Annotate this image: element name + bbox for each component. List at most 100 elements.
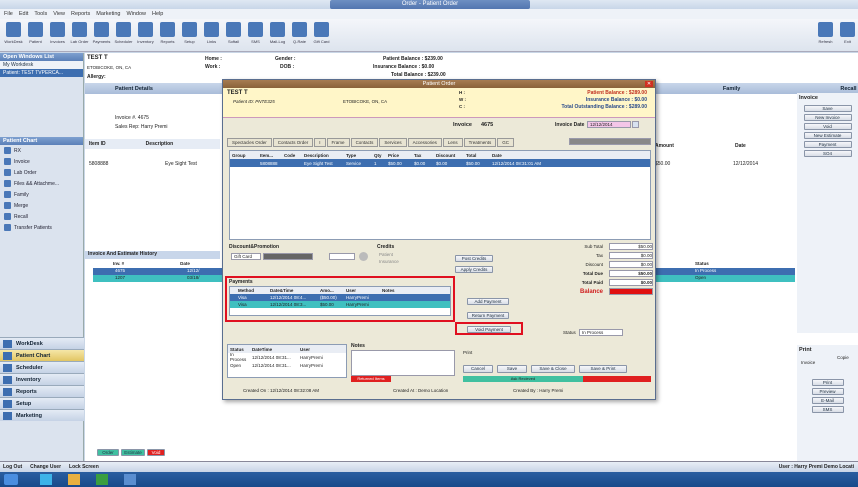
nav-setup[interactable]: Setup [0,397,84,409]
menu-view[interactable]: View [53,11,65,17]
order-tab[interactable]: Frame [326,138,350,147]
returned-items-badge[interactable]: Returned Items [351,376,391,382]
print-action-button[interactable]: SMS [811,406,844,413]
toolbar-button-inventory[interactable]: Inventory [135,19,156,52]
toolbar-button-qrate[interactable]: Q-Rate [289,19,310,52]
menu-edit[interactable]: Edit [19,11,28,17]
order-grid-row[interactable]: 5808888 Eye Sight Test Service 1 $50.00 $0.00… [230,159,650,167]
calendar-icon[interactable] [632,121,639,128]
nav-scheduler[interactable]: Scheduler [0,361,84,373]
chart-item-merge[interactable]: Merge [0,200,83,211]
gift-card-select[interactable]: Gift Card [231,253,261,260]
toolbar-button-refresh[interactable]: Refresh [815,19,836,52]
ask-received-badge[interactable]: Ask Recieved [463,376,583,382]
menu-reports[interactable]: Reports [71,11,90,17]
chart-item-transfer[interactable]: Transfer Patients [0,222,83,233]
toolbar-button-sms[interactable]: SMS [245,19,266,52]
chart-item-recall[interactable]: Recall [0,211,83,222]
notes-field[interactable] [351,350,455,376]
menu-marketing[interactable]: Marketing [96,11,120,17]
toolbar-button-invoices[interactable]: Invoices [47,19,68,52]
status-select[interactable]: In Process [579,329,623,336]
history-row[interactable]: 1207 03/18/ [93,275,223,282]
folder-icon[interactable] [68,474,80,485]
toolbar-button-laborder[interactable]: Lab Order [69,19,90,52]
order-tab[interactable]: GC [497,138,514,147]
menu-window[interactable]: Window [126,11,146,17]
payment-row[interactable]: Visa 12/12/2014 08:3... $50.00 HarryPremi [230,301,450,308]
invoice-action-button[interactable]: Payment [803,141,852,148]
order-tab[interactable]: Services [379,138,407,147]
menu-file[interactable]: File [4,11,13,17]
chart-item-files[interactable]: Files && Attachme... [0,178,83,189]
chart-item-rx[interactable]: RX [0,145,83,156]
cancel-button[interactable]: Cancel [463,365,493,373]
credit-insurance-option[interactable]: Insurance [379,259,399,264]
invoice-action-button[interactable]: SO4 [803,150,852,157]
order-tab[interactable]: Spectacles Order [227,138,272,147]
chart-item-family[interactable]: Family [0,189,83,200]
app-icon[interactable] [124,474,136,485]
gift-card-number[interactable] [263,253,313,260]
save-close-button[interactable]: Save & Close [531,365,575,373]
print-action-button[interactable]: E-Mail [811,397,844,404]
toolbar-button-maillog[interactable]: Mail-Log [267,19,288,52]
save-print-button[interactable]: Save & Print [579,365,627,373]
return-payment-button[interactable]: Return Payment [467,312,509,319]
print-invoice-option[interactable]: Invoice [797,360,858,365]
invoice-action-button[interactable]: New Invoice [803,114,852,121]
order-tab[interactable]: Treatments [463,138,497,147]
print-action-button[interactable]: Preview [811,388,844,395]
chart-item-lab-order[interactable]: Lab Order [0,167,83,178]
change-user-button[interactable]: Change User [30,464,61,470]
order-tab[interactable]: Contacts [350,138,379,147]
tab-estimate[interactable]: Estimate [121,449,145,456]
order-tab[interactable]: Accessories [407,138,442,147]
gift-card-amount[interactable] [329,253,355,260]
toolbar-button-patient[interactable]: Patient [25,19,46,52]
my-workdesk-link[interactable]: My Workdesk [0,61,83,69]
start-icon[interactable] [4,474,18,485]
apply-credits-button[interactable]: Apply Credits [455,266,493,273]
close-icon[interactable]: ✕ [645,81,653,87]
toolbar-button-workdesk[interactable]: WorkDesk [3,19,24,52]
invoice-action-button[interactable]: Save [803,105,852,112]
nav-reports[interactable]: Reports [0,385,84,397]
chart-item-invoice[interactable]: Invoice [0,156,83,167]
credit-patient-option[interactable]: Patient [379,252,393,257]
invoice-date-field[interactable]: 12/12/2014 [587,121,631,128]
toolbar-button-exit[interactable]: Exit [837,19,858,52]
toolbar-button-setup[interactable]: Setup [179,19,200,52]
invoice-action-button[interactable]: New Estimate [803,132,852,139]
order-tab[interactable]: I [314,138,326,147]
lock-screen-button[interactable]: Lock Screen [69,464,99,470]
tab-void[interactable]: Void [147,449,165,456]
nav-inventory[interactable]: Inventory [0,373,84,385]
toolbar-button-reports[interactable]: Reports [157,19,178,52]
payment-row[interactable]: Visa 12/12/2014 08:4... ($50.00) HarryPremi [230,294,450,301]
apply-gift-icon[interactable] [359,252,368,261]
browser-icon[interactable] [40,474,52,485]
toolbar-button-payments[interactable]: Payments [91,19,112,52]
app-icon[interactable] [96,474,108,485]
order-tab[interactable]: Contacts Order [272,138,314,147]
void-payment-button[interactable]: Void Payment [467,326,511,333]
nav-patient-chart[interactable]: Patient Chart [0,349,84,361]
invoice-action-button[interactable]: Void [803,123,852,130]
toolbar-button-scheduler[interactable]: Scheduler [113,19,134,52]
toolbar-button-giftcard[interactable]: Gift Card [311,19,332,52]
menu-help[interactable]: Help [152,11,163,17]
nav-workdesk[interactable]: WorkDesk [0,337,84,349]
toolbar-button-links[interactable]: Links [201,19,222,52]
tab-order[interactable]: Order [97,449,119,456]
open-patient-item[interactable]: Patient: TEST TVPERCA... [0,69,83,77]
menu-tools[interactable]: Tools [34,11,47,17]
toolbar-button-softail[interactable]: Softail [223,19,244,52]
order-tab[interactable]: Lens [442,138,463,147]
print-checkbox[interactable]: Print [463,350,472,355]
post-credits-button[interactable]: Post Credits [455,255,493,262]
print-action-button[interactable]: Print [811,379,844,386]
gc-field[interactable] [569,138,651,145]
log-out-button[interactable]: Log Out [3,464,22,470]
add-payment-button[interactable]: Add Payment [467,298,509,305]
